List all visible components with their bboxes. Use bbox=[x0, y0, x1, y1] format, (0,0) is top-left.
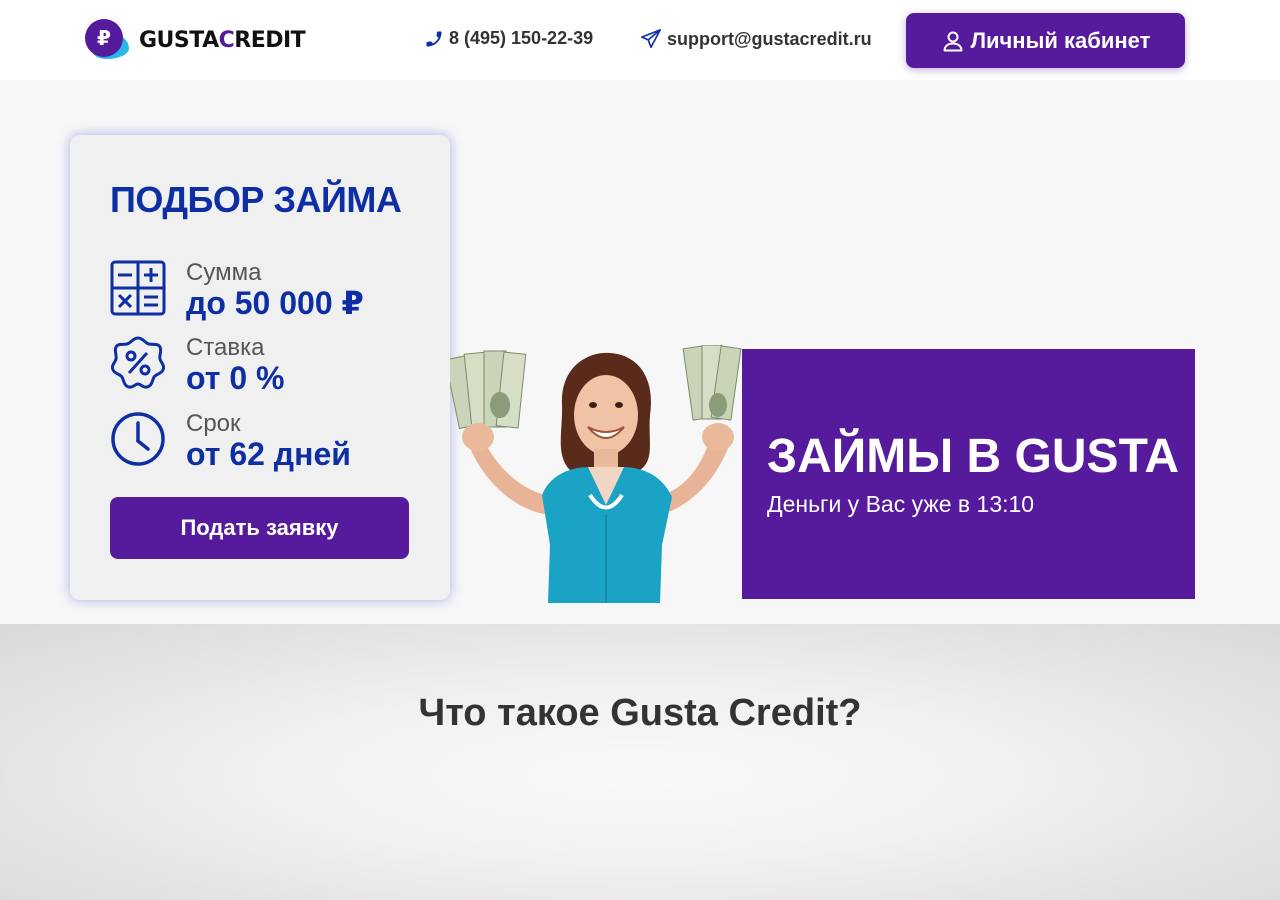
phone-link[interactable]: 8 (495) 150-22-39 bbox=[424, 28, 593, 49]
logo-text-part1: GUSTA bbox=[139, 27, 219, 53]
promo-banner: ЗАЙМЫ В GUSTA Деньги у Вас уже в 13:10 bbox=[742, 349, 1195, 599]
apply-button[interactable]: Подать заявку bbox=[110, 497, 409, 559]
woman-with-money-image bbox=[450, 345, 742, 603]
paper-plane-icon bbox=[641, 29, 661, 49]
logo[interactable]: ₽ GUSTACREDIT bbox=[85, 19, 306, 61]
ruble-coin-icon: ₽ bbox=[85, 19, 123, 57]
card-title: ПОДБОР ЗАЙМА bbox=[110, 179, 402, 220]
promo-title: ЗАЙМЫ В GUSTA bbox=[767, 430, 1179, 483]
loan-selection-card: ПОДБОР ЗАЙМА Сумма до 50 000 ₽ Ставка от… bbox=[70, 135, 450, 600]
user-icon bbox=[943, 31, 963, 51]
logo-mark: ₽ bbox=[85, 19, 129, 61]
site-header: ₽ GUSTACREDIT 8 (495) 150-22-39 support@… bbox=[0, 0, 1280, 80]
personal-account-label: Личный кабинет bbox=[970, 27, 1151, 53]
calculator-icon bbox=[110, 260, 166, 316]
clock-icon bbox=[111, 412, 165, 466]
money-fan-left bbox=[450, 350, 527, 430]
feature-amount-text: Сумма до 50 000 ₽ bbox=[186, 259, 364, 321]
phone-icon bbox=[426, 31, 442, 46]
feature-amount: Сумма до 50 000 ₽ bbox=[110, 260, 364, 320]
feature-term-label: Срок bbox=[186, 410, 241, 437]
money-fan-right bbox=[682, 345, 742, 421]
logo-text: GUSTACREDIT bbox=[139, 27, 306, 53]
logo-text-part2: C bbox=[218, 27, 235, 53]
feature-rate: Ставка от 0 % bbox=[110, 335, 284, 395]
feature-term: Срок от 62 дней bbox=[110, 411, 351, 471]
percent-badge-icon bbox=[110, 336, 166, 389]
feature-rate-value: от 0 % bbox=[186, 360, 285, 396]
feature-amount-label: Сумма bbox=[186, 259, 262, 286]
logo-text-part3: REDIT bbox=[234, 27, 306, 53]
feature-term-text: Срок от 62 дней bbox=[186, 410, 351, 472]
promo-subtitle: Деньги у Вас уже в 13:10 bbox=[767, 491, 1035, 517]
personal-account-button[interactable]: Личный кабинет bbox=[906, 13, 1185, 68]
about-section: Что такое Gusta Credit? bbox=[0, 624, 1280, 900]
hero-section: ПОДБОР ЗАЙМА Сумма до 50 000 ₽ Ставка от… bbox=[0, 80, 1280, 624]
feature-term-value: от 62 дней bbox=[186, 436, 351, 472]
feature-rate-label: Ставка bbox=[186, 334, 265, 361]
email-address: support@gustacredit.ru bbox=[667, 28, 872, 49]
feature-amount-value: до 50 000 ₽ bbox=[186, 285, 364, 321]
feature-rate-text: Ставка от 0 % bbox=[186, 334, 285, 396]
about-title: Что такое Gusta Credit? bbox=[418, 692, 862, 734]
phone-number: 8 (495) 150-22-39 bbox=[449, 28, 594, 48]
email-link[interactable]: support@gustacredit.ru bbox=[640, 28, 872, 50]
